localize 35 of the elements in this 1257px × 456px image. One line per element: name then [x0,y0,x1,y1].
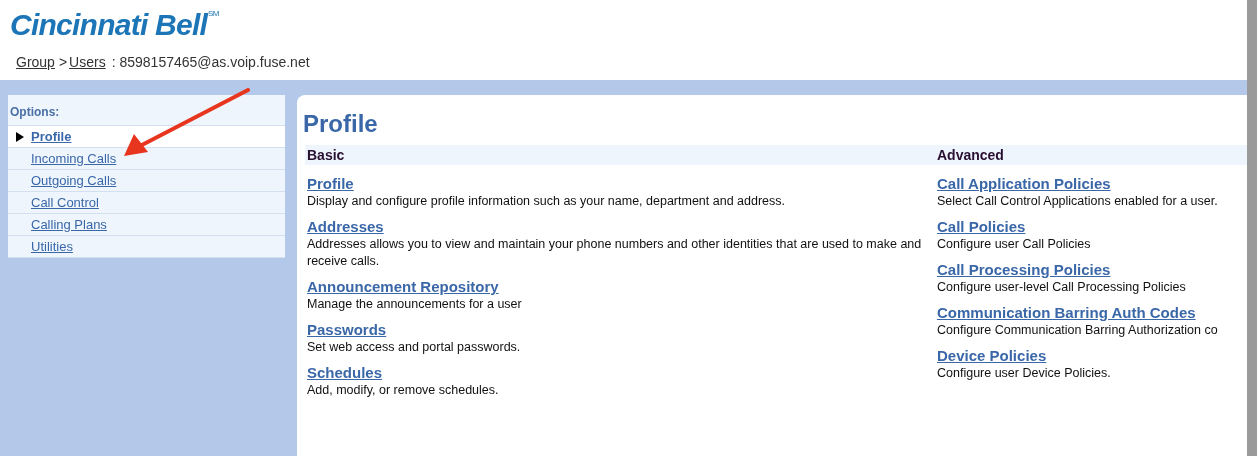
link-description: Add, modify, or remove schedules. [307,382,500,399]
section-link[interactable]: Device Policies [937,346,1047,365]
link-description: Configure user Device Policies. [937,365,1112,382]
breadcrumb-link[interactable]: Group [16,51,55,73]
link-description: Display and configure profile information such as your name, department and address. [307,193,787,210]
breadcrumb-link[interactable]: Users [69,51,106,73]
pointer-icon [15,131,24,142]
link-description: Configure user-level Call Processing Policies [937,279,1187,296]
section-link[interactable]: Passwords [307,320,387,339]
sidebar-link[interactable]: Utilities [31,236,73,257]
sidebar-link[interactable]: Profile [31,126,72,147]
link-description: Configure user Call Policies [937,236,1092,253]
section-link[interactable]: Communication Barring Auth Codes [937,303,1196,322]
sidebar-link[interactable]: Incoming Calls [31,148,117,169]
link-description: Set web access and portal passwords. [307,339,522,356]
section-link[interactable]: Call Application Policies [937,174,1111,193]
sidebar-link[interactable]: Outgoing Calls [31,170,117,191]
section-link[interactable]: Schedules [307,363,383,382]
section-header: Basic [305,145,935,165]
link-description: Manage the announcements for a user [307,296,523,313]
link-description: Addresses allows you to view and maintain your phone numbers and other identities that are used to make and receive calls. [307,236,923,270]
breadcrumb-text: : 8598157465@as.voip.fuse.net [111,52,310,72]
section-link[interactable]: Addresses [307,217,384,236]
section-link[interactable]: Announcement Repository [307,277,499,296]
section-link[interactable]: Call Processing Policies [937,260,1111,279]
section-link[interactable]: Profile [307,174,354,193]
sidebar-link[interactable]: Calling Plans [31,214,107,235]
breadcrumb-separator: > [58,52,68,72]
brand-logo: Cincinnati Bell$^{SM}$ [10,7,220,43]
section-header: Advanced [935,145,1247,165]
section-link[interactable]: Call Policies [937,217,1026,236]
link-description: Select Call Control Applications enabled for a user. [937,193,1219,210]
link-description: Configure Communication Barring Authorization co [937,322,1219,339]
sidebar-link[interactable]: Call Control [31,192,99,213]
page-title: Profile [303,109,379,139]
